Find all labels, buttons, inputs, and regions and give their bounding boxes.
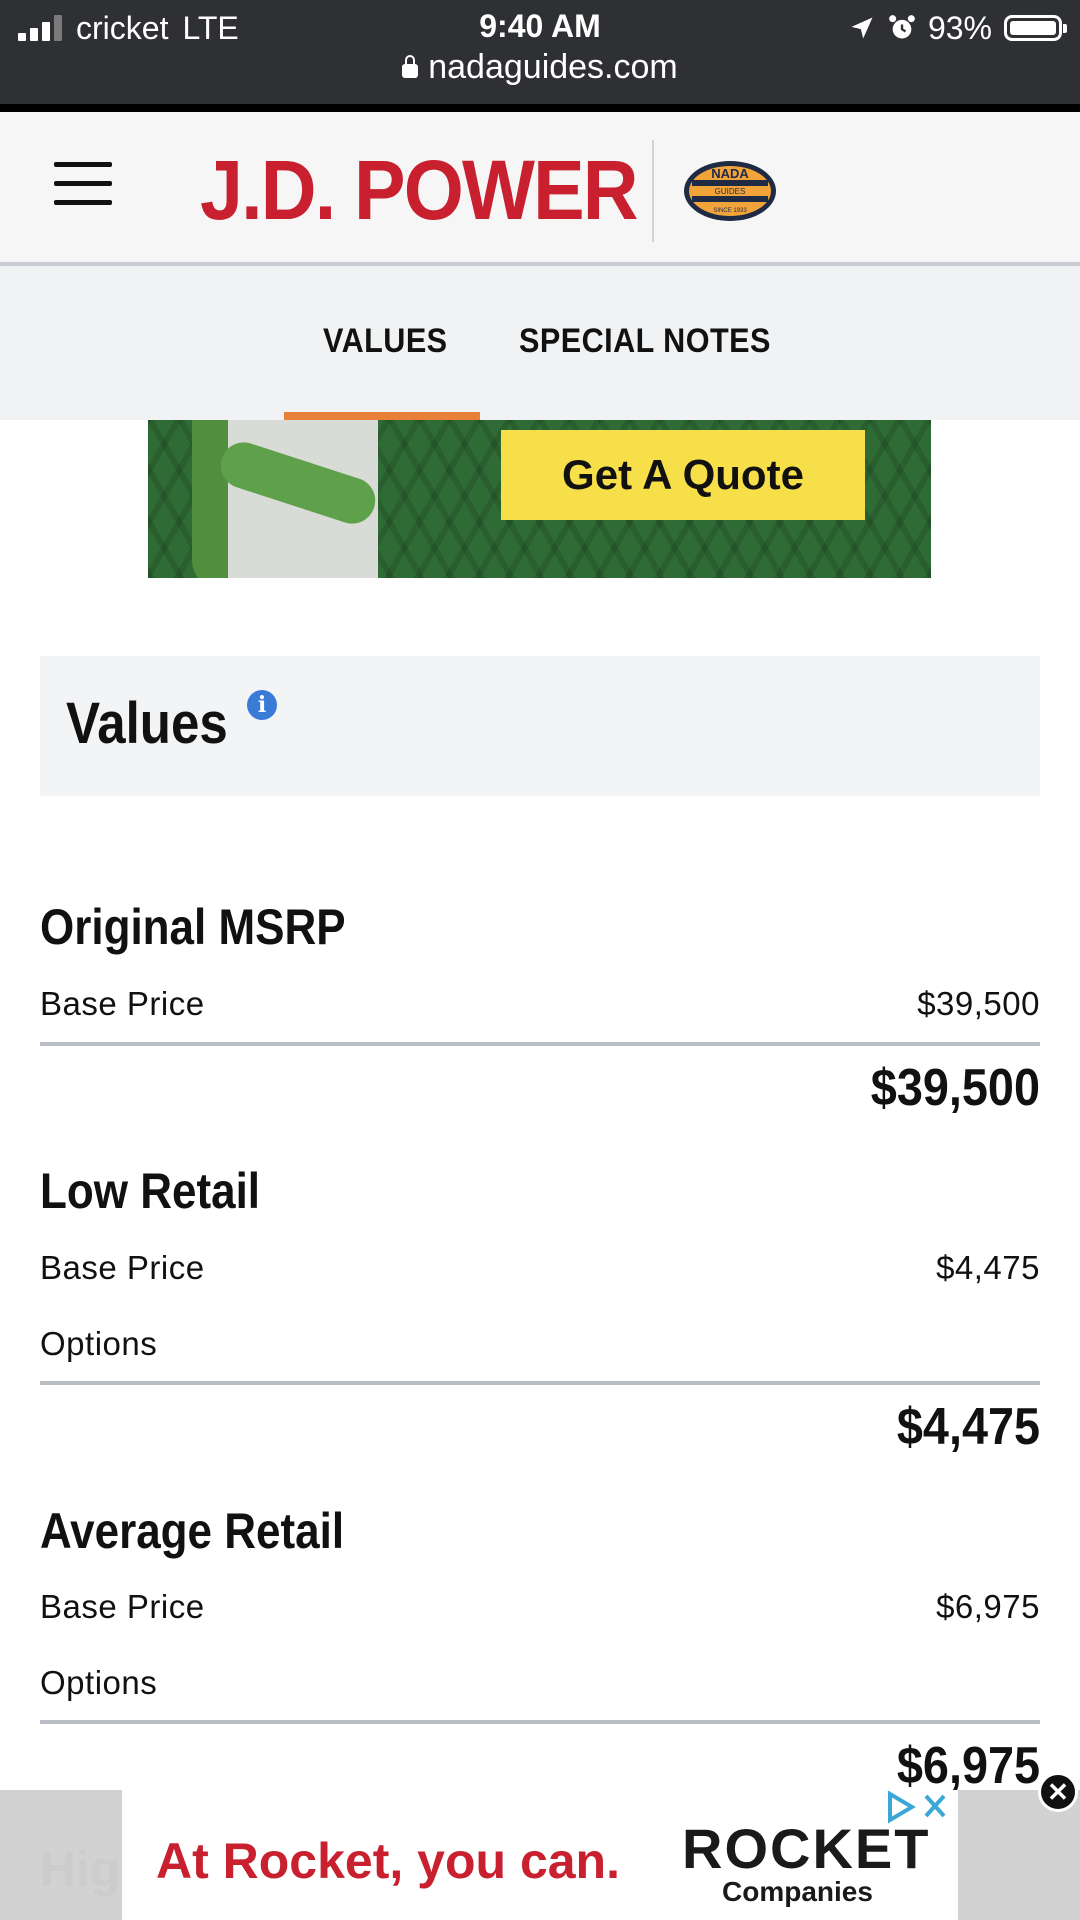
- total-original-msrp: $39,500: [870, 1059, 1040, 1117]
- alarm-icon: [889, 15, 915, 39]
- ad-choices-icon[interactable]: [882, 1790, 952, 1824]
- address-bar[interactable]: nadaguides.com: [0, 48, 1080, 87]
- site-header: J.D. POWER NADA GUIDES SINCE 1933: [0, 112, 1080, 266]
- base-price-label: Base Price: [40, 1588, 205, 1625]
- base-price-value: $6,975: [936, 1588, 1040, 1625]
- url-text: nadaguides.com: [428, 48, 678, 86]
- section-divider: [40, 1381, 1040, 1385]
- options-label: Options: [40, 1664, 158, 1701]
- tab-bar: VALUES SPECIAL NOTES: [0, 266, 1080, 420]
- battery-percent: 93%: [927, 9, 992, 46]
- tab-values[interactable]: VALUES: [323, 322, 448, 361]
- ad-banner-bottom[interactable]: At Rocket, you can. ROCKET Companies: [122, 1790, 958, 1920]
- section-title-low-retail: Low Retail: [40, 1163, 261, 1219]
- section-divider: [40, 1042, 1040, 1046]
- status-right: 93%: [848, 8, 1067, 48]
- svg-text:NADA: NADA: [711, 166, 749, 181]
- base-price-value: $39,500: [917, 985, 1040, 1022]
- get-quote-button[interactable]: Get A Quote: [501, 430, 865, 520]
- location-arrow-icon: [851, 17, 873, 39]
- battery-icon: [1004, 15, 1067, 41]
- total-average-retail: $6,975: [896, 1737, 1040, 1795]
- rocket-logo-sub: Companies: [722, 1876, 873, 1907]
- options-label: Options: [40, 1325, 158, 1362]
- section-divider: [40, 1720, 1040, 1724]
- ad-banner-top[interactable]: Get A Quote: [148, 420, 931, 578]
- svg-text:GUIDES: GUIDES: [715, 187, 746, 196]
- values-header: Values i: [40, 656, 1040, 796]
- page-title: Values: [66, 691, 228, 756]
- lock-icon: [402, 54, 419, 78]
- info-icon[interactable]: i: [247, 690, 277, 720]
- close-ad-icon[interactable]: ✕: [1038, 1772, 1078, 1812]
- tab-special-notes[interactable]: SPECIAL NOTES: [519, 322, 771, 361]
- rocket-logo: ROCKET: [682, 1817, 931, 1880]
- jd-power-logo[interactable]: J.D. POWER: [200, 142, 639, 239]
- active-tab-indicator: [284, 412, 480, 420]
- nada-guides-logo[interactable]: NADA GUIDES SINCE 1933: [682, 158, 778, 224]
- ad-headline: At Rocket, you can.: [156, 1833, 620, 1889]
- svg-text:SINCE 1933: SINCE 1933: [713, 208, 747, 214]
- logo-divider: [652, 140, 654, 242]
- status-bar: cricket LTE 9:40 AM 93% nadaguides.com: [0, 0, 1080, 106]
- divider: [0, 104, 1080, 112]
- total-low-retail: $4,475: [896, 1398, 1040, 1456]
- base-price-label: Base Price: [40, 985, 205, 1022]
- section-title-average-retail: Average Retail: [40, 1503, 345, 1559]
- base-price-value: $4,475: [936, 1249, 1040, 1286]
- section-title-original-msrp: Original MSRP: [40, 899, 346, 955]
- menu-icon[interactable]: [54, 162, 112, 206]
- base-price-label: Base Price: [40, 1249, 205, 1286]
